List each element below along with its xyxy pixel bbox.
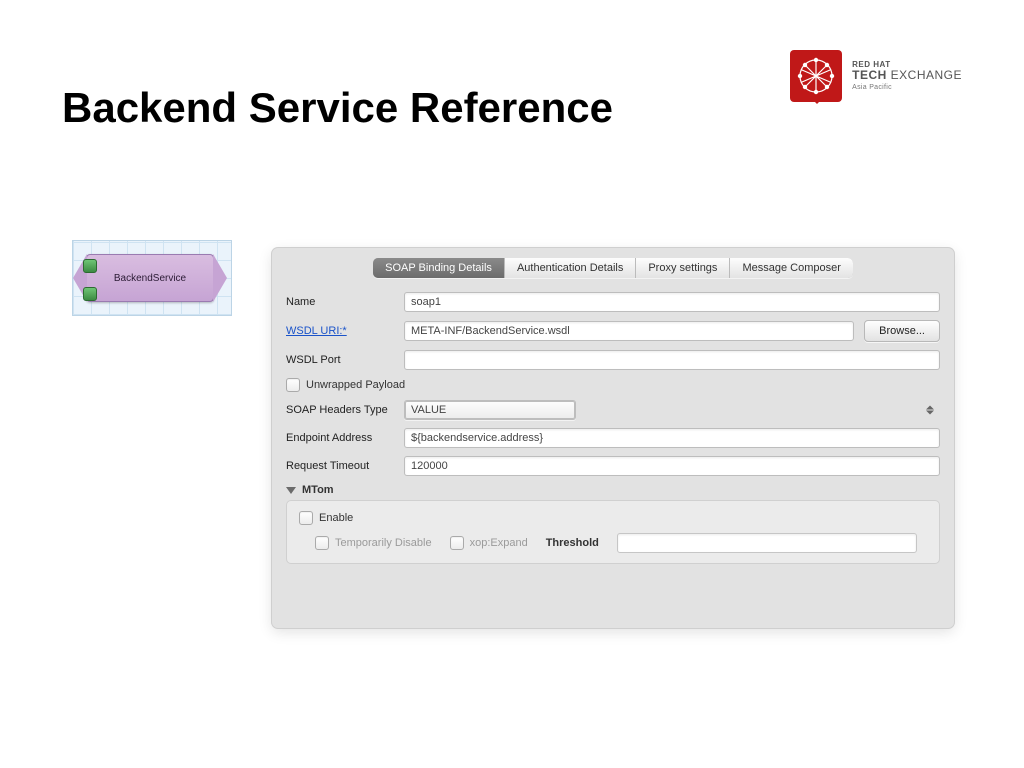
headers-type-label: SOAP Headers Type [286,404,394,416]
globe-icon [790,50,842,102]
xop-expand-label: xop:Expand [470,537,528,549]
temp-disable-label: Temporarily Disable [335,537,432,549]
name-input[interactable] [404,292,940,312]
brand-block: RED HAT TECH EXCHANGE Asia Pacific [790,50,962,102]
backend-service-node[interactable]: BackendService [86,254,214,302]
mtom-section-header[interactable]: MTom [286,484,940,496]
brand-region: Asia Pacific [852,84,962,91]
node-port-bottom-icon [83,287,97,301]
temp-disable-checkbox[interactable] [315,536,329,550]
brand-main: TECH EXCHANGE [852,69,962,82]
wsdl-uri-link[interactable]: WSDL URI:* [286,325,347,337]
unwrapped-label: Unwrapped Payload [306,379,405,391]
properties-panel: SOAP Binding Details Authentication Deta… [272,248,954,628]
page-title: Backend Service Reference [62,84,613,132]
mtom-subpanel: Enable Temporarily Disable xop:Expand Th… [286,500,940,564]
wsdl-uri-label: WSDL URI:* [286,325,394,337]
mtom-label: MTom [302,484,334,496]
tab-soap-binding[interactable]: SOAP Binding Details [373,258,505,278]
enable-label: Enable [319,512,353,524]
unwrapped-checkbox[interactable] [286,378,300,392]
headers-type-select[interactable] [404,400,576,420]
disclosure-triangle-icon [286,487,296,494]
wsdl-port-input[interactable] [404,350,940,370]
wsdl-uri-input[interactable] [404,321,854,341]
node-port-top-icon [83,259,97,273]
timeout-label: Request Timeout [286,460,394,472]
tab-proxy-settings[interactable]: Proxy settings [636,258,730,278]
redhat-globe-icon [790,50,842,102]
name-label: Name [286,296,394,308]
threshold-label: Threshold [546,537,599,549]
browse-button[interactable]: Browse... [864,320,940,342]
threshold-input[interactable] [617,533,917,553]
tab-message-composer[interactable]: Message Composer [730,258,852,278]
endpoint-label: Endpoint Address [286,432,394,444]
xop-expand-checkbox[interactable] [450,536,464,550]
node-label: BackendService [114,273,186,284]
dropdown-stepper-icon [926,406,934,415]
enable-checkbox[interactable] [299,511,313,525]
timeout-input[interactable] [404,456,940,476]
wsdl-port-label: WSDL Port [286,354,394,366]
tab-bar: SOAP Binding Details Authentication Deta… [373,258,853,278]
tab-auth-details[interactable]: Authentication Details [505,258,636,278]
endpoint-input[interactable] [404,428,940,448]
